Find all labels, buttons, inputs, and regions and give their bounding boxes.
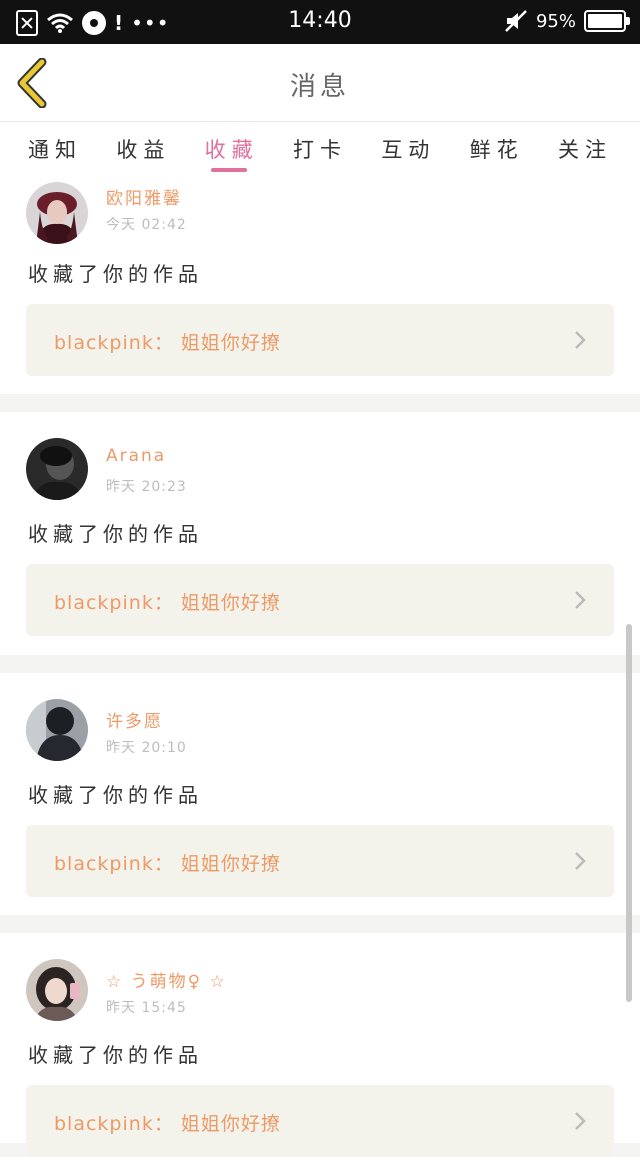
scrollbar[interactable] <box>626 624 632 1002</box>
avatar[interactable] <box>26 438 88 500</box>
status-bar: ! ••• 14:40 95% <box>0 0 640 44</box>
chevron-right-icon <box>575 1112 586 1130</box>
work-link[interactable]: blackpink： 姐姐你好撩 <box>26 1085 614 1157</box>
battery-percentage: 95% <box>535 10 576 32</box>
chevron-right-icon <box>575 331 586 349</box>
list-item: 许多愿 昨天 20:10 收藏了你的作品 blackpink： 姐姐你好撩 <box>0 673 640 915</box>
timestamp: 昨天 20:23 <box>106 479 187 495</box>
tab-following[interactable]: 关注 <box>558 122 612 176</box>
mute-icon <box>504 9 528 33</box>
tab-flowers[interactable]: 鲜花 <box>470 122 524 176</box>
work-link[interactable]: blackpink： 姐姐你好撩 <box>26 564 614 636</box>
work-link[interactable]: blackpink： 姐姐你好撩 <box>26 304 614 376</box>
action-text: 收藏了你的作品 <box>28 262 203 286</box>
list-item: 欧阳雅馨 今天 02:42 收藏了你的作品 blackpink： 姐姐你好撩 <box>0 176 640 394</box>
work-title: blackpink： 姐姐你好撩 <box>54 592 281 614</box>
status-right-icons: 95% <box>504 9 630 33</box>
battery-icon <box>584 10 630 32</box>
avatar[interactable] <box>26 182 88 244</box>
chevron-right-icon <box>575 591 586 609</box>
timestamp: 昨天 20:10 <box>106 740 187 756</box>
timestamp: 今天 02:42 <box>106 217 187 233</box>
work-title: blackpink： 姐姐你好撩 <box>54 332 281 354</box>
tab-checkin[interactable]: 打卡 <box>293 122 347 176</box>
timestamp: 昨天 15:45 <box>106 1000 187 1016</box>
tab-interactions[interactable]: 互动 <box>381 122 435 176</box>
work-link[interactable]: blackpink： 姐姐你好撩 <box>26 825 614 897</box>
avatar[interactable] <box>26 699 88 761</box>
user-name[interactable]: Arana <box>106 446 166 466</box>
user-name[interactable]: 欧阳雅馨 <box>106 184 182 209</box>
work-title: blackpink： 姐姐你好撩 <box>54 1113 281 1135</box>
action-text: 收藏了你的作品 <box>28 522 203 546</box>
chevron-right-icon <box>575 852 586 870</box>
user-name[interactable]: 许多愿 <box>106 707 163 732</box>
avatar[interactable] <box>26 959 88 1021</box>
tab-notifications[interactable]: 通知 <box>28 122 82 176</box>
page-title: 消息 <box>289 72 350 102</box>
work-title: blackpink： 姐姐你好撩 <box>54 853 281 875</box>
tab-earnings[interactable]: 收益 <box>116 122 170 176</box>
header: 消息 <box>0 44 640 122</box>
user-name[interactable]: ☆ う萌物♀ ☆ <box>106 967 227 992</box>
list-item: ☆ う萌物♀ ☆ 昨天 15:45 收藏了你的作品 blackpink： 姐姐你… <box>0 933 640 1157</box>
action-text: 收藏了你的作品 <box>28 783 203 807</box>
tab-favorites[interactable]: 收藏 <box>205 122 259 176</box>
tab-bar: 通知 收益 收藏 打卡 互动 鲜花 关注 <box>0 122 640 176</box>
list-item: Arana 昨天 20:23 收藏了你的作品 blackpink： 姐姐你好撩 <box>0 412 640 655</box>
action-text: 收藏了你的作品 <box>28 1043 203 1067</box>
